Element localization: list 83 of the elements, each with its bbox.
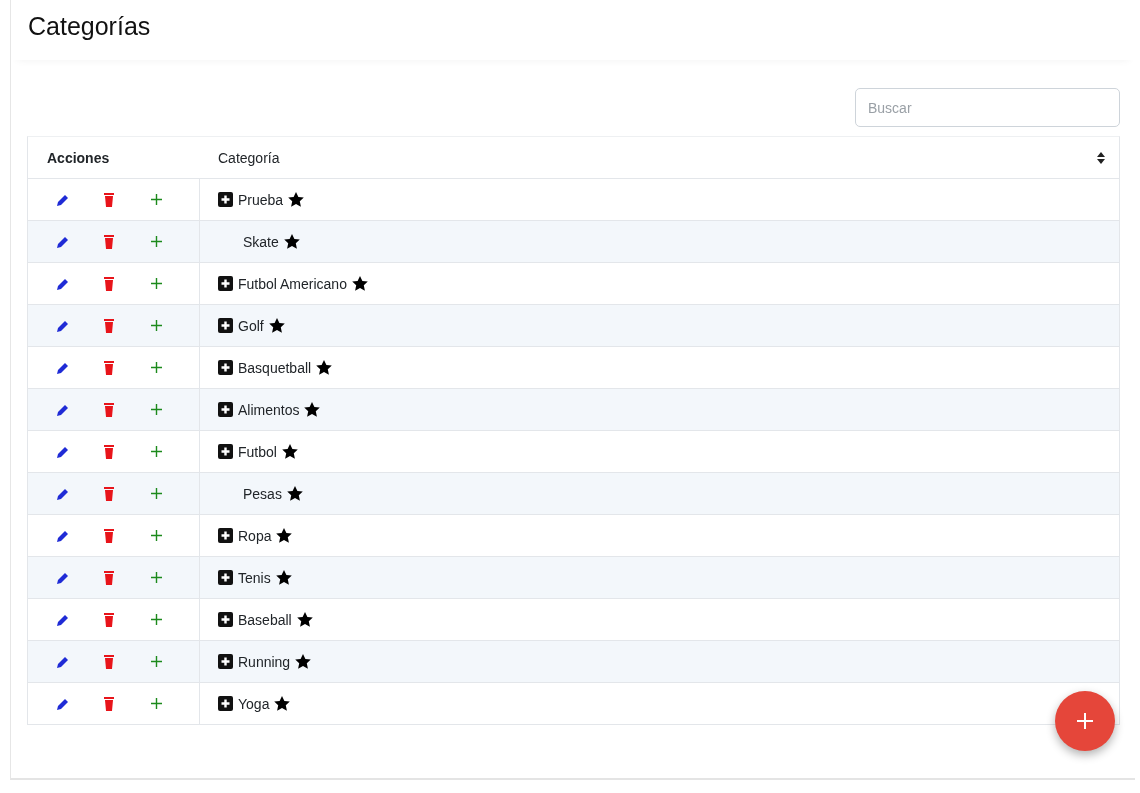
trash-icon [103, 528, 114, 543]
star-icon [295, 654, 312, 669]
expand-icon[interactable] [218, 570, 233, 585]
trash-icon [103, 444, 114, 459]
plus-icon [151, 572, 163, 583]
plus-icon [151, 614, 163, 625]
page-title: Categorías [28, 12, 151, 41]
star-icon [296, 612, 313, 627]
pencil-icon [56, 444, 70, 459]
trash-icon [103, 318, 114, 333]
plus-icon [1077, 713, 1093, 729]
category-name: Alimentos [238, 401, 300, 418]
expand-icon[interactable] [218, 528, 233, 543]
plus-icon [151, 698, 163, 709]
plus-icon [151, 278, 163, 289]
category-name: Futbol [238, 443, 277, 460]
add-category-button[interactable] [1055, 691, 1115, 751]
column-header[interactable]: Categoría [200, 149, 1097, 166]
pencil-icon [56, 612, 70, 627]
pencil-icon [56, 654, 70, 669]
pencil-icon [56, 234, 70, 249]
trash-icon [103, 486, 114, 501]
expand-icon[interactable] [218, 654, 233, 669]
pencil-icon [56, 318, 70, 333]
category-name: Tenis [238, 569, 271, 586]
star-icon [286, 486, 303, 501]
expand-icon[interactable] [218, 276, 233, 291]
trash-icon [103, 696, 114, 711]
column-header: Acciones [46, 149, 111, 166]
plus-icon [151, 362, 163, 373]
expand-icon[interactable] [218, 612, 233, 627]
star-icon [288, 192, 305, 207]
expand-icon[interactable] [218, 402, 233, 417]
star-icon [275, 570, 292, 585]
category-name: Baseball [238, 611, 292, 628]
category-name: Golf [238, 317, 264, 334]
pencil-icon [56, 570, 70, 585]
pencil-icon [56, 360, 70, 375]
star-icon [304, 402, 321, 417]
pencil-icon [56, 402, 70, 417]
star-icon [281, 444, 298, 459]
trash-icon [103, 234, 114, 249]
category-name: Basquetball [238, 359, 312, 376]
star-icon [316, 360, 333, 375]
trash-icon [103, 360, 114, 375]
category-name: Running [238, 653, 291, 670]
expand-icon[interactable] [218, 696, 233, 711]
sort-icon[interactable] [1097, 151, 1105, 164]
plus-icon [151, 656, 163, 667]
plus-icon [151, 194, 163, 205]
trash-icon [103, 654, 114, 669]
pencil-icon [56, 276, 70, 291]
star-icon [351, 276, 368, 291]
expand-icon[interactable] [218, 360, 233, 375]
plus-icon [151, 488, 163, 499]
star-icon [274, 696, 291, 711]
category-name: Prueba [238, 191, 284, 208]
category-name: Pesas [243, 485, 282, 502]
pencil-icon [56, 696, 70, 711]
pencil-icon [56, 192, 70, 207]
category-name: Yoga [238, 695, 270, 712]
trash-icon [103, 402, 114, 417]
expand-icon[interactable] [218, 444, 233, 459]
star-icon [268, 318, 285, 333]
trash-icon [103, 570, 114, 585]
pencil-icon [56, 528, 70, 543]
trash-icon [103, 276, 114, 291]
expand-icon[interactable] [218, 318, 233, 333]
trash-icon [103, 612, 114, 627]
expand-icon[interactable] [218, 192, 233, 207]
category-name: Futbol Americano [238, 275, 347, 292]
pencil-icon [56, 486, 70, 501]
star-icon [276, 528, 293, 543]
plus-icon [151, 446, 163, 457]
plus-icon [151, 404, 163, 415]
category-name: Ropa [238, 527, 272, 544]
plus-icon [151, 530, 163, 541]
search-field[interactable]: Buscar [855, 88, 1120, 127]
trash-icon [103, 192, 114, 207]
star-icon [283, 234, 300, 249]
plus-icon [151, 320, 163, 331]
plus-icon [151, 236, 163, 247]
category-name: Skate [243, 233, 279, 250]
